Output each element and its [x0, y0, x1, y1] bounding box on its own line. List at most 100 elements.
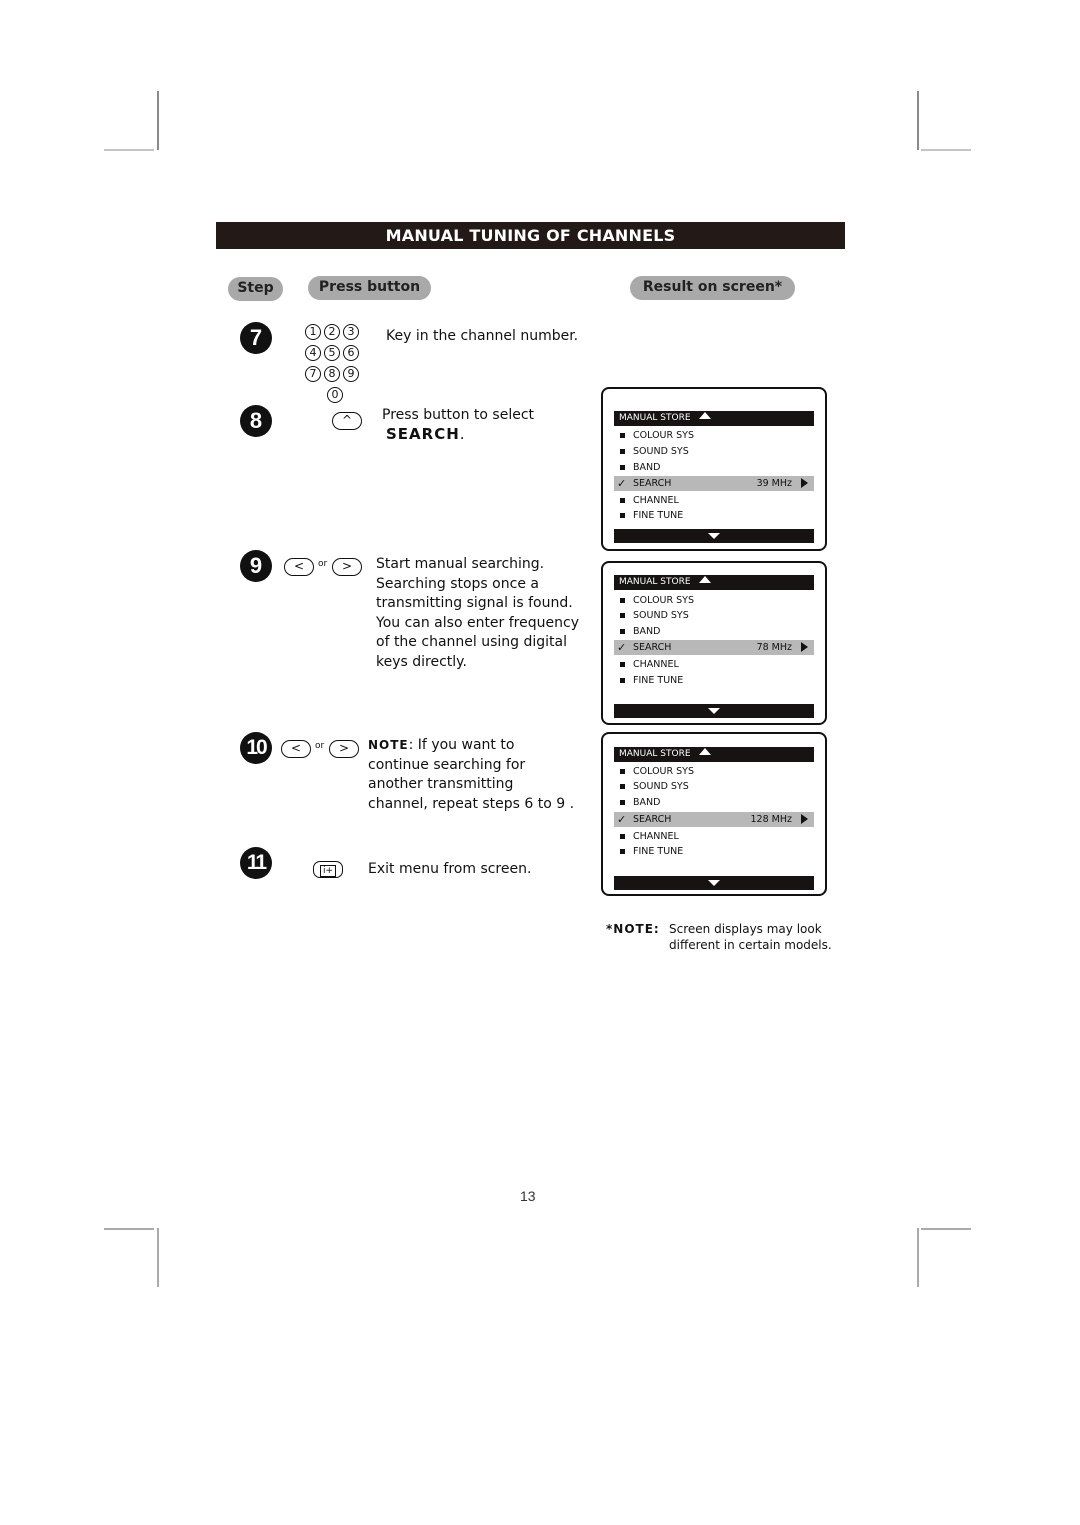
menu-item: CHANNEL: [614, 657, 814, 672]
menu-item: CHANNEL: [614, 829, 814, 844]
tv-screen-result: MANUAL STORE COLOUR SYS SOUND SYS BAND ✓…: [601, 732, 827, 896]
tv-screen-result: MANUAL STORE COLOUR SYS SOUND SYS BAND ✓…: [601, 561, 827, 725]
bullet-icon: [620, 849, 625, 854]
bullet-icon: [620, 800, 625, 805]
menu-item-label: FINE TUNE: [633, 675, 684, 686]
menu-item-label: CHANNEL: [633, 659, 679, 670]
menu-item: FINE TUNE: [614, 673, 814, 688]
down-arrow-icon: [708, 708, 720, 714]
crop-mark-top-left-h: [104, 149, 154, 151]
step-8-text: Press button to select: [382, 407, 535, 423]
left-button-icon: <: [281, 740, 311, 758]
info-glyph: i+: [319, 865, 337, 877]
menu-item-label: COLOUR SYS: [633, 766, 694, 777]
menu-item-label: SEARCH: [633, 642, 672, 653]
crop-mark-bottom-right-v: [917, 1228, 919, 1287]
crop-mark-bottom-left-h: [104, 1228, 154, 1230]
menu-item: COLOUR SYS: [614, 593, 814, 608]
menu-item-label: COLOUR SYS: [633, 430, 694, 441]
key-2-icon: 2: [324, 324, 340, 340]
menu-item-label: FINE TUNE: [633, 846, 684, 857]
menu-item: SOUND SYS: [614, 779, 814, 794]
step-7-text: Key in the channel number.: [386, 328, 579, 344]
menu-item-label: SEARCH: [633, 814, 672, 825]
menu-item-label: CHANNEL: [633, 495, 679, 506]
column-header-result-on-screen: Result on screen*: [630, 276, 795, 300]
menu-item-label: BAND: [633, 797, 661, 808]
crop-mark-bottom-left-v: [157, 1228, 159, 1287]
step-8-suffix: .: [459, 425, 465, 443]
info-button-icon: i+: [313, 861, 343, 878]
step-number-11: 11: [240, 847, 272, 879]
step-number-10: 10: [240, 732, 272, 764]
step-number-8: 8: [240, 405, 272, 437]
menu-item: COLOUR SYS: [614, 428, 814, 443]
bullet-icon: [620, 834, 625, 839]
footnote-line: different in certain models.: [669, 938, 832, 952]
key-8-icon: 8: [324, 366, 340, 382]
key-0-icon: 0: [327, 387, 343, 403]
menu-item-label: SOUND SYS: [633, 446, 689, 457]
step-10-line: another transmitting: [368, 776, 514, 792]
crop-mark-top-right-h: [921, 149, 971, 151]
right-button-icon: >: [329, 740, 359, 758]
column-header-press-button: Press button: [308, 276, 431, 300]
menu-item-label: CHANNEL: [633, 831, 679, 842]
menu-item-label: SOUND SYS: [633, 610, 689, 621]
right-arrow-icon: [801, 478, 808, 488]
or-label: or: [315, 741, 325, 751]
menu-footer: [614, 876, 814, 890]
step-10-line: channel, repeat steps 6 to 9 .: [368, 795, 575, 812]
key-5-icon: 5: [324, 345, 340, 361]
step-9-line: Start manual searching.: [376, 556, 545, 572]
key-7-icon: 7: [305, 366, 321, 382]
menu-footer: [614, 704, 814, 718]
key-9-icon: 9: [343, 366, 359, 382]
checkmark-icon: ✓: [617, 813, 627, 826]
menu-title: MANUAL STORE: [619, 749, 691, 759]
or-label: or: [318, 559, 328, 569]
step-9-line: You can also enter frequency: [376, 614, 579, 631]
bullet-icon: [620, 449, 625, 454]
step-9-line: Searching stops once a: [376, 575, 539, 592]
right-arrow-icon: [801, 642, 808, 652]
menu-item: BAND: [614, 460, 814, 475]
step-9-text: Start manual searching. Searching stops …: [376, 555, 579, 672]
frequency-value: 128 MHz: [750, 814, 792, 825]
frequency-value: 78 MHz: [756, 642, 792, 653]
bullet-icon: [620, 629, 625, 634]
menu-item: FINE TUNE: [614, 508, 814, 523]
checkmark-icon: ✓: [617, 641, 627, 654]
bullet-icon: [620, 598, 625, 603]
step-9-line: transmitting signal is found.: [376, 595, 573, 611]
menu-footer: [614, 529, 814, 543]
step-number-7: 7: [240, 322, 272, 354]
bullet-icon: [620, 513, 625, 518]
up-button-icon: ^: [332, 412, 362, 430]
step-10-line: continue searching for: [368, 756, 526, 773]
up-arrow-icon: [698, 576, 711, 583]
menu-item: SOUND SYS: [614, 444, 814, 459]
step-number-9: 9: [240, 550, 272, 582]
menu-item-label: BAND: [633, 626, 661, 637]
step-10-text: NOTE: If you want to continue searching …: [368, 736, 574, 814]
up-arrow-icon: [698, 748, 711, 755]
bullet-icon: [620, 613, 625, 618]
page-number: 13: [520, 1188, 536, 1204]
key-3-icon: 3: [343, 324, 359, 340]
crop-mark-top-left-v: [157, 91, 159, 150]
bullet-icon: [620, 769, 625, 774]
key-4-icon: 4: [305, 345, 321, 361]
bullet-icon: [620, 662, 625, 667]
up-arrow-icon: [698, 412, 711, 419]
menu-item: BAND: [614, 795, 814, 810]
step-11-text: Exit menu from screen.: [368, 861, 532, 877]
numeric-keypad-icon: 123 456 789 0: [305, 323, 375, 407]
step-9-line: keys directly.: [376, 653, 467, 670]
step-9-line: of the channel using digital: [376, 634, 567, 650]
footnote-label: *NOTE:: [606, 922, 660, 936]
menu-item-label: FINE TUNE: [633, 510, 684, 521]
menu-title: MANUAL STORE: [619, 577, 691, 587]
bullet-icon: [620, 678, 625, 683]
column-header-step: Step: [228, 277, 283, 301]
